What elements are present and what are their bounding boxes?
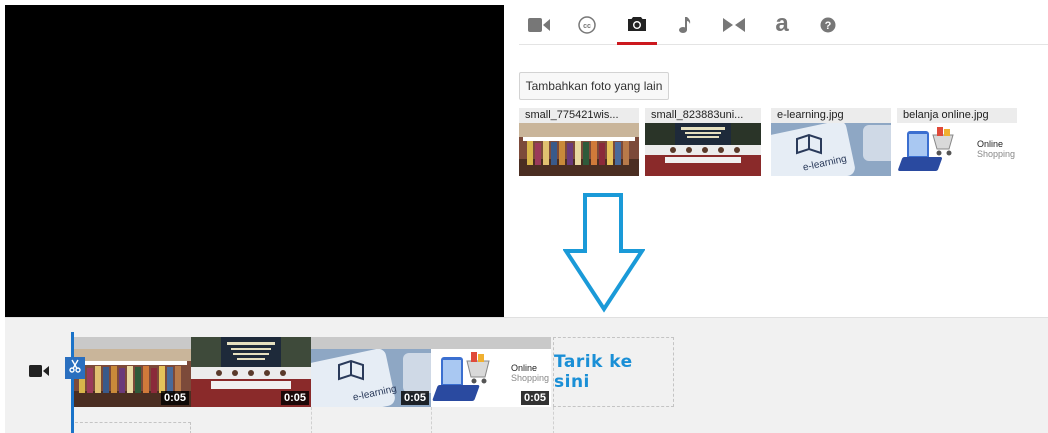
svg-text:Shopping: Shopping xyxy=(977,149,1015,159)
drop-zone-label: Tarik ke sini xyxy=(554,352,633,392)
clip-duration: 0:05 xyxy=(520,391,549,405)
clip-header xyxy=(311,337,431,349)
photo-filename: e-learning.jpg xyxy=(771,108,891,123)
clip-header xyxy=(431,337,551,349)
photo-filename: small_823883uni... xyxy=(645,108,761,123)
clip-duration: 0:05 xyxy=(280,391,309,405)
playhead[interactable] xyxy=(71,332,74,433)
photo-thumb-4[interactable]: belanja online.jpg Online Shopping xyxy=(897,108,1017,176)
photo-thumb-3[interactable]: e-learning.jpg e-learning xyxy=(771,108,891,176)
video-camera-icon xyxy=(528,17,550,33)
drag-down-arrow-icon xyxy=(563,193,645,313)
captions-tab[interactable]: cc xyxy=(567,5,607,45)
transitions-icon xyxy=(723,18,745,32)
closed-caption-icon: cc xyxy=(578,16,596,34)
svg-text:Shopping: Shopping xyxy=(511,373,549,383)
e-learning-image: e-learning xyxy=(771,123,891,176)
timeline-clip-1[interactable]: 0:05 xyxy=(71,337,191,407)
editor-toolbar: cc a ? xyxy=(519,5,1048,45)
track-divider xyxy=(431,407,432,433)
svg-text:Online: Online xyxy=(977,139,1003,149)
timeline-clip-2[interactable]: 0:05 xyxy=(191,337,311,407)
photo-filename: belanja online.jpg xyxy=(897,108,1017,123)
clip-header xyxy=(71,337,191,349)
help-icon: ? xyxy=(820,17,836,33)
photo-thumb-1[interactable]: small_775421wis... xyxy=(519,108,639,176)
drop-zone[interactable]: Tarik ke sini xyxy=(553,337,674,407)
clip-duration: 0:05 xyxy=(160,391,189,405)
transitions-tab[interactable] xyxy=(714,5,754,45)
video-editor: cc a ? Tambahkan foto yang lain small_77… xyxy=(0,0,1048,433)
text-tab[interactable]: a xyxy=(762,5,802,45)
svg-text:Online: Online xyxy=(511,363,537,373)
audio-track-slot[interactable] xyxy=(75,422,191,433)
svg-text:?: ? xyxy=(825,20,832,32)
track-divider xyxy=(553,407,554,433)
video-track-icon xyxy=(29,364,49,383)
video-preview[interactable] xyxy=(5,5,504,317)
photo-filename: small_775421wis... xyxy=(519,108,639,123)
clip-duration: 0:05 xyxy=(400,391,429,405)
music-note-icon xyxy=(678,16,692,34)
timeline-clip-3[interactable]: e-learning 0:05 xyxy=(311,337,431,407)
audio-tab[interactable] xyxy=(665,5,705,45)
help-tab[interactable]: ? xyxy=(808,5,848,45)
scissors-icon xyxy=(69,359,81,378)
timeline-clip-4[interactable]: Online Shopping 0:05 xyxy=(431,337,551,407)
svg-text:cc: cc xyxy=(583,23,591,30)
ceremony-photo-image xyxy=(645,123,761,176)
add-more-photos-button[interactable]: Tambahkan foto yang lain xyxy=(519,72,669,100)
group-photo-image xyxy=(519,123,639,176)
photo-thumb-2[interactable]: small_823883uni... xyxy=(645,108,761,176)
track-divider xyxy=(311,407,312,433)
playhead-handle[interactable] xyxy=(65,357,85,379)
photos-tab[interactable] xyxy=(617,5,657,45)
timeline[interactable]: 0:05 0:05 e-learning 0:05 Online Shoppin… xyxy=(5,317,1048,433)
online-shopping-image: Online Shopping xyxy=(897,123,1017,176)
photo-camera-icon xyxy=(627,16,647,32)
video-tab[interactable] xyxy=(519,5,559,45)
text-a-icon: a xyxy=(775,10,789,37)
